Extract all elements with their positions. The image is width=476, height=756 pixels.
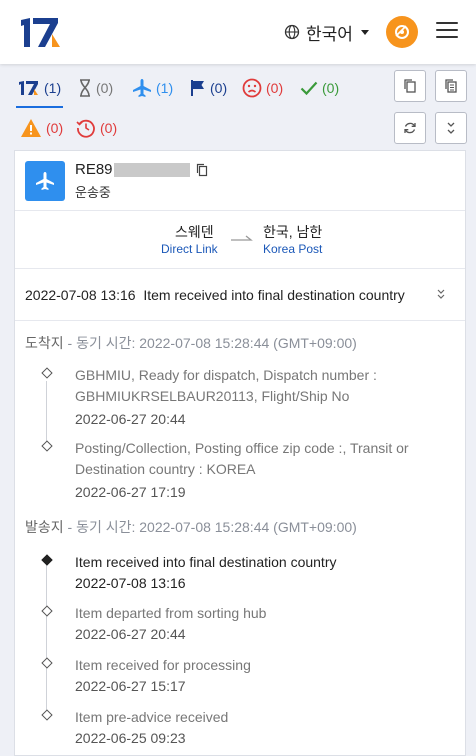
collapse-all-button[interactable] [435, 112, 467, 144]
timeline-dot-icon [41, 657, 53, 669]
app-header: 한국어 [0, 0, 476, 64]
timeline-dot-icon [41, 605, 53, 617]
timeline-line [46, 381, 47, 441]
filter-in-transit[interactable]: (1) [132, 74, 173, 102]
warning-icon [21, 119, 41, 137]
globe-icon [284, 24, 300, 40]
latest-event-row[interactable]: 2022-07-08 13:16 Item received into fina… [15, 269, 465, 321]
copy-details-button[interactable] [435, 70, 467, 102]
shipping-route: 스웨덴 Direct Link 한국, 남한 Korea Post [15, 211, 465, 269]
checkmark-icon [300, 81, 318, 96]
language-selector[interactable]: 한국어 [284, 20, 369, 44]
copy-icon [404, 79, 416, 93]
timeline-dot-current-icon [41, 554, 53, 566]
timeline-dot-icon [41, 440, 53, 452]
17track-mini-logo-icon [19, 81, 38, 95]
tracking-number[interactable]: RE89 [75, 161, 208, 178]
package-status: 운송중 [75, 185, 111, 200]
collapse-icon [447, 122, 455, 134]
status-filter-bar: (1) (0) (1) (0) (0) (0) (0) (0) [0, 64, 476, 150]
package-card: RE89 운송중 스웨덴 Direct Link 한국, 남한 Korea Po… [14, 150, 466, 756]
hourglass-icon [80, 79, 90, 97]
redacted-tracking-digits [113, 162, 190, 177]
origin-section-title: 발송지 - 동기 시간: 2022-07-08 15:28:44 (GMT+09… [25, 519, 357, 535]
destination-section-title: 도착지 - 동기 시간: 2022-07-08 15:28:44 (GMT+09… [25, 335, 357, 351]
filter-delivered[interactable]: (0) [300, 74, 339, 102]
chevron-down-icon [360, 29, 369, 35]
copy-list-icon [445, 79, 457, 93]
filter-not-found[interactable]: (0) [78, 74, 113, 102]
history-clock-icon [76, 119, 95, 138]
collapse-icon[interactable] [433, 285, 449, 303]
sad-face-icon [242, 78, 262, 98]
user-badge-icon [395, 25, 409, 39]
airplane-icon [133, 79, 151, 97]
user-avatar[interactable] [386, 16, 418, 48]
route-arrow-icon [231, 235, 253, 241]
copy-icon[interactable] [196, 163, 208, 177]
destination-country: 한국, 남한 [263, 224, 323, 240]
origin-carrier-link[interactable]: Direct Link [161, 242, 218, 256]
filter-undelivered[interactable]: (0) [242, 74, 283, 102]
destination-carrier-link[interactable]: Korea Post [263, 242, 322, 256]
filter-all[interactable]: (1) [15, 74, 64, 108]
latest-event-text: 2022-07-08 13:16 Item received into fina… [25, 287, 405, 303]
refresh-button[interactable] [394, 112, 426, 144]
filter-expired[interactable]: (0) [76, 114, 117, 142]
flag-icon [191, 80, 204, 96]
origin-country: 스웨덴 [175, 224, 214, 240]
timeline-dot-icon [41, 709, 53, 721]
timeline-dot-icon [41, 367, 53, 379]
airplane-icon [36, 172, 54, 190]
refresh-icon [404, 122, 416, 134]
17track-logo[interactable] [18, 16, 66, 50]
transit-status-tile [25, 161, 65, 201]
package-header: RE89 운송중 [15, 151, 465, 211]
language-label: 한국어 [306, 24, 353, 44]
hamburger-menu-icon[interactable] [436, 22, 458, 40]
timeline-line [46, 565, 47, 719]
filter-alert[interactable]: (0) [20, 114, 63, 142]
filter-pickup[interactable]: (0) [190, 74, 227, 102]
copy-all-button[interactable] [394, 70, 426, 102]
